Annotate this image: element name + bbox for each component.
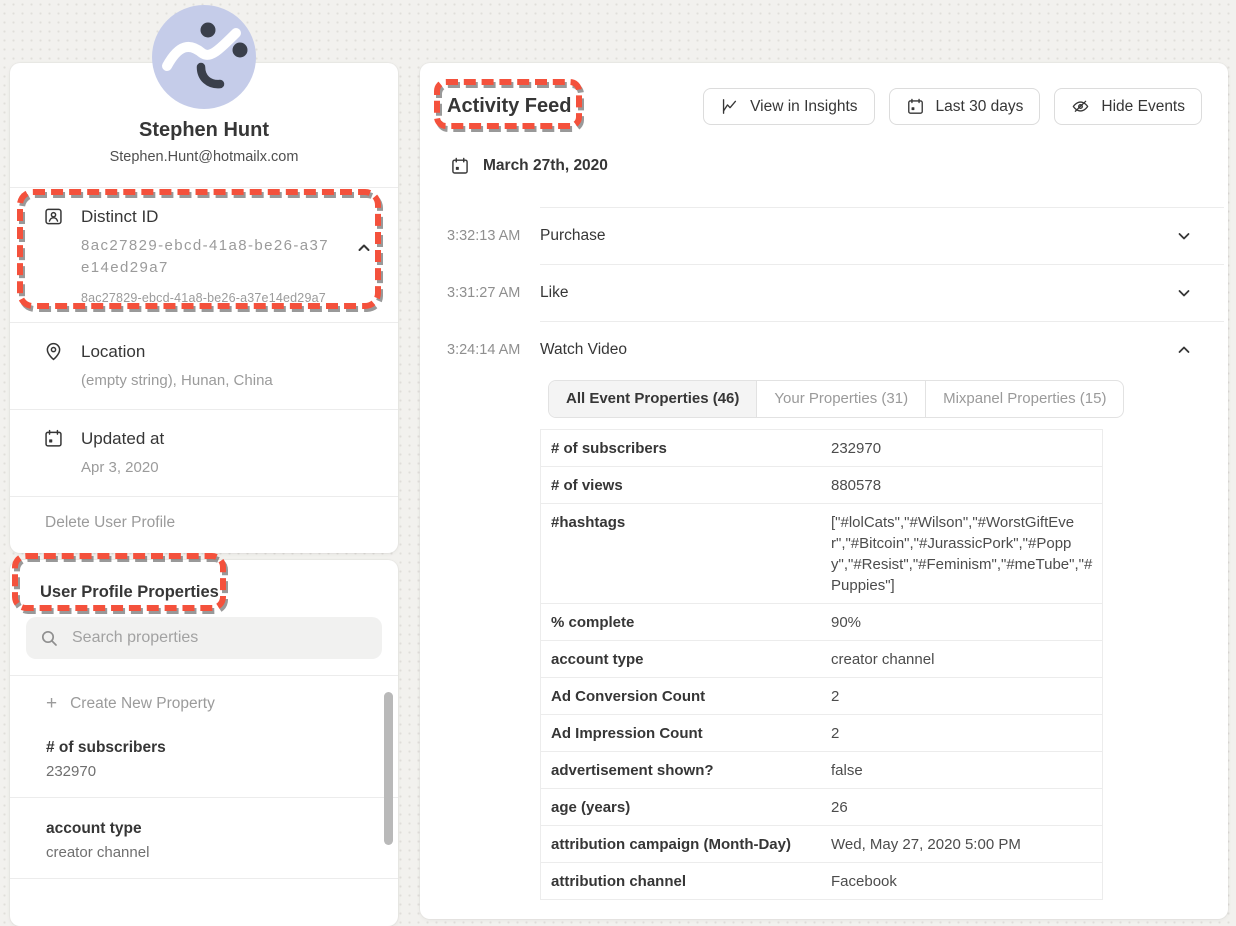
delete-user-profile-button[interactable]: Delete User Profile [10,497,398,553]
contact-badge-icon [43,206,64,227]
tab-all-event-properties[interactable]: All Event Properties (46) [549,381,756,417]
event-name: Like [540,284,568,302]
location-value: (empty string), Hunan, China [81,370,273,392]
table-row: account type creator channel [541,640,1102,677]
property-item[interactable]: # of subscribers 232970 [10,717,398,798]
user-profile-card: Stephen Hunt Stephen.Hunt@hotmailx.com D… [10,63,398,553]
location-section: Location (empty string), Hunan, China [10,323,398,409]
event-timestamp: 3:32:13 AM [447,207,540,264]
updated-at-value: Apr 3, 2020 [81,457,164,479]
eye-off-icon [1071,97,1090,116]
updated-at-label: Updated at [81,427,164,450]
event-name: Purchase [540,227,605,245]
property-name: # of subscribers [46,739,378,757]
updated-at-section: Updated at Apr 3, 2020 [10,410,398,496]
hide-events-button[interactable]: Hide Events [1054,88,1202,125]
user-avatar [152,5,256,109]
event-properties-table: # of subscribers 232970 # of views 88057… [540,429,1103,900]
search-icon [40,629,58,647]
table-row: attribution channel Facebook [541,862,1102,900]
chevron-down-icon[interactable] [1176,285,1192,301]
calendar-icon [906,97,925,116]
table-row: age (years) 26 [541,788,1102,825]
event-timestamp: 3:24:14 AM [447,321,540,922]
chevron-up-icon[interactable] [1176,342,1192,358]
location-pin-icon [43,341,64,362]
feed-date-header: March 27th, 2020 [450,156,1228,176]
event-row[interactable]: 3:32:13 AM Purchase [420,207,1228,264]
search-properties-input[interactable] [70,628,368,648]
table-row: Ad Conversion Count 2 [541,677,1102,714]
plus-icon: + [46,696,57,712]
view-in-insights-button[interactable]: View in Insights [703,88,874,125]
table-row: attribution campaign (Month-Day) Wed, Ma… [541,825,1102,862]
distinct-id-section: Distinct ID 8ac27829-ebcd-41a8-be26-a37e… [10,188,398,322]
properties-panel-title: User Profile Properties [10,560,398,617]
distinct-id-value: 8ac27829-ebcd-41a8-be26-a37e14ed29a7 [81,235,333,279]
location-label: Location [81,340,273,363]
feed-date-text: March 27th, 2020 [483,157,608,175]
activity-feed-title: Activity Feed [447,95,571,118]
event-row-expanded[interactable]: 3:24:14 AM Watch Video All Event Propert… [420,321,1228,922]
insights-chart-icon [720,97,739,116]
table-row: # of subscribers 232970 [541,429,1102,466]
event-row[interactable]: 3:31:27 AM Like [420,264,1228,321]
table-row: Ad Impression Count 2 [541,714,1102,751]
search-properties-box[interactable] [26,617,382,659]
activity-feed-card: Activity Feed View in Insights Last 30 d… [420,63,1228,919]
tab-your-properties[interactable]: Your Properties (31) [756,381,925,417]
event-name: Watch Video [540,341,627,359]
table-row: #hashtags ["#lolCats","#Wilson","#WorstG… [541,503,1102,603]
last-30-days-button[interactable]: Last 30 days [889,88,1041,125]
user-name: Stephen Hunt [30,119,378,142]
property-value: 232970 [46,763,378,780]
event-detail-panel: All Event Properties (46) Your Propertie… [540,380,1103,900]
distinct-id-label: Distinct ID [81,205,333,228]
calendar-icon [43,428,64,449]
distinct-id-sub-value: 8ac27829-ebcd-41a8-be26-a37e14ed29a7 [81,291,333,305]
property-item[interactable]: account type creator channel [10,798,398,879]
user-profile-properties-card: User Profile Properties + Create New Pro… [10,560,398,926]
chevron-up-icon[interactable] [356,240,372,256]
table-row: advertisement shown? false [541,751,1102,788]
property-name: account type [46,820,378,838]
calendar-icon [450,156,470,176]
property-value: creator channel [46,844,378,861]
create-new-property-button[interactable]: + Create New Property [10,676,398,717]
event-timestamp: 3:31:27 AM [447,264,540,321]
event-properties-tabbar: All Event Properties (46) Your Propertie… [548,380,1124,418]
user-email: Stephen.Hunt@hotmailx.com [30,149,378,165]
table-row: # of views 880578 [541,466,1102,503]
table-row: % complete 90% [541,603,1102,640]
chevron-down-icon[interactable] [1176,228,1192,244]
scrollbar-thumb[interactable] [384,692,393,845]
tab-mixpanel-properties[interactable]: Mixpanel Properties (15) [925,381,1123,417]
